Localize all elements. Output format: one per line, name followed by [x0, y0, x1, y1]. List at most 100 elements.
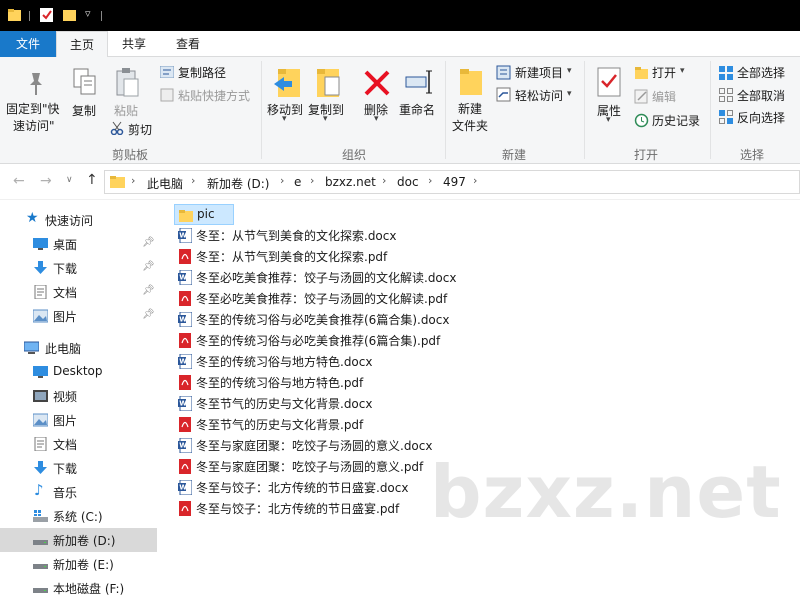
chevron-right-icon[interactable]: ›	[382, 174, 386, 187]
chevron-down-icon: ▾	[606, 115, 611, 125]
nav-item-desktop[interactable]: Desktop	[0, 360, 157, 384]
folder-item[interactable]: pic	[174, 204, 234, 225]
breadcrumb-bzxz[interactable]: bzxz.net	[325, 175, 376, 189]
new-folder-quick-icon[interactable]	[63, 8, 76, 22]
svg-text:W: W	[179, 274, 187, 282]
ribbon-tabs: 文件 主页 共享 查看	[0, 31, 800, 58]
file-item[interactable]: W 冬至与家庭团聚：吃饺子与汤圆的意义.docx	[174, 435, 574, 456]
file-item[interactable]: W 冬至与饺子：北方传统的节日盛宴.docx	[174, 477, 574, 498]
tab-file[interactable]: 文件	[0, 31, 56, 57]
file-item[interactable]: 冬至的传统习俗与必吃美食推荐(6篇合集).pdf	[174, 330, 574, 351]
file-item[interactable]: 冬至与家庭团聚：吃饺子与汤圆的意义.pdf	[174, 456, 574, 477]
up-arrow-icon[interactable]: ↑	[86, 172, 98, 188]
file-name: 冬至的传统习俗与必吃美食推荐(6篇合集).pdf	[196, 334, 441, 348]
pin-quick-access-button[interactable]: 固定到"快	[6, 100, 60, 117]
nav-item-pictures[interactable]: 图片	[0, 408, 157, 432]
nav-this-pc[interactable]: 此电脑	[0, 336, 157, 360]
nav-item-videos[interactable]: 视频	[0, 384, 157, 408]
chevron-right-icon[interactable]: ›	[428, 174, 432, 187]
nav-item-documents[interactable]: 文档	[0, 432, 157, 456]
paste-button[interactable]: 粘贴	[114, 102, 138, 119]
nav-quick-access[interactable]: ★ 快速访问	[0, 208, 157, 232]
group-label-clipboard: 剪贴板	[111, 148, 148, 162]
chevron-right-icon[interactable]: ›	[310, 174, 314, 187]
computer-icon	[24, 341, 39, 354]
file-item[interactable]: 冬至必吃美食推荐：饺子与汤圆的文化解读.pdf	[174, 288, 574, 309]
nav-item-drive-d[interactable]: 新加卷 (D:)	[0, 528, 157, 552]
folder-icon	[110, 176, 125, 188]
select-none-button[interactable]: 全部取消	[737, 87, 785, 104]
folder-icon	[179, 210, 193, 222]
ribbon: 固定到"快 速访问" 复制 粘贴 复制路径 粘贴快捷方式 剪切 剪贴板 移动到 …	[0, 57, 800, 164]
folder-icon	[8, 9, 21, 21]
chevron-right-icon[interactable]: ›	[280, 174, 284, 187]
paste-shortcut-button[interactable]: 粘贴快捷方式	[178, 87, 250, 104]
nav-item-drive-e[interactable]: 新加卷 (E:)	[0, 552, 157, 576]
rename-button[interactable]: 重命名	[399, 101, 435, 118]
recent-locations-icon[interactable]: ∨	[66, 175, 73, 185]
new-item-button[interactable]: 新建项目	[515, 64, 563, 81]
properties-quick-icon[interactable]	[40, 8, 53, 22]
pdf-document-icon	[179, 459, 191, 474]
invert-selection-button[interactable]: 反向选择	[737, 109, 785, 126]
tab-view[interactable]: 查看	[160, 31, 216, 57]
nav-item-drive-f[interactable]: 本地磁盘 (F:)	[0, 576, 157, 600]
group-label-select: 选择	[739, 148, 764, 162]
file-item[interactable]: W 冬至节气的历史与文化背景.docx	[174, 393, 574, 414]
pdf-document-icon	[179, 501, 191, 516]
copy-button[interactable]: 复制	[72, 102, 96, 119]
tab-share[interactable]: 共享	[108, 31, 160, 57]
breadcrumb-497[interactable]: 497	[443, 175, 466, 189]
nav-item-documents-quick[interactable]: 文档 📌︎	[0, 280, 157, 304]
video-icon	[33, 390, 48, 402]
title-bar: ▿	[0, 0, 800, 31]
forward-arrow-icon[interactable]: →	[40, 173, 52, 189]
nav-item-music[interactable]: ♪ 音乐	[0, 480, 157, 504]
edit-button[interactable]: 编辑	[652, 88, 676, 105]
file-item[interactable]: W 冬至的传统习俗与地方特色.docx	[174, 351, 574, 372]
breadcrumb-doc[interactable]: doc	[397, 175, 419, 189]
word-document-icon: W	[178, 354, 192, 369]
nav-item-pictures-quick[interactable]: 图片 📌︎	[0, 304, 157, 328]
nav-item-downloads[interactable]: 下载	[0, 456, 157, 480]
chevron-down-icon: ▾	[567, 89, 572, 99]
open-button[interactable]: 打开	[652, 64, 676, 81]
cut-button[interactable]: 剪切	[128, 121, 152, 138]
nav-item-drive-c[interactable]: 系统 (C:)	[0, 504, 157, 528]
breadcrumb-drive-d[interactable]: 新加卷 (D:)	[207, 175, 269, 192]
nav-item-desktop-quick[interactable]: 桌面 📌︎	[0, 232, 157, 256]
pin-icon	[30, 73, 42, 95]
pin-icon: 📌︎	[142, 237, 155, 248]
chevron-right-icon[interactable]: ›	[473, 174, 477, 187]
file-item[interactable]: 冬至：从节气到美食的文化探索.pdf	[174, 246, 574, 267]
file-item[interactable]: 冬至节气的历史与文化背景.pdf	[174, 414, 574, 435]
delete-icon	[364, 70, 390, 96]
rename-icon	[405, 70, 432, 94]
back-arrow-icon[interactable]: ←	[13, 173, 25, 189]
drive-icon	[33, 588, 48, 593]
file-item[interactable]: W 冬至必吃美食推荐：饺子与汤圆的文化解读.docx	[174, 267, 574, 288]
copy-icon	[73, 68, 96, 95]
breadcrumb-e[interactable]: e	[294, 175, 301, 189]
chevron-down-icon[interactable]: ▿	[85, 7, 91, 20]
new-folder-button[interactable]: 新建	[458, 100, 482, 117]
copy-to-icon	[317, 69, 340, 97]
chevron-right-icon[interactable]: ›	[131, 174, 135, 187]
open-icon	[635, 67, 648, 79]
file-name: 冬至的传统习俗与地方特色.pdf	[196, 376, 364, 390]
easy-access-button[interactable]: 轻松访问	[515, 87, 563, 104]
tab-home[interactable]: 主页	[56, 31, 108, 58]
file-item[interactable]: W 冬至：从节气到美食的文化探索.docx	[174, 225, 574, 246]
select-all-button[interactable]: 全部选择	[737, 64, 785, 81]
file-item[interactable]: 冬至与饺子：北方传统的节日盛宴.pdf	[174, 498, 574, 519]
address-field[interactable]: › 此电脑 › 新加卷 (D:) › e › bzxz.net › doc › …	[104, 170, 800, 194]
chevron-down-icon: ▾	[323, 114, 328, 124]
file-item[interactable]: W 冬至的传统习俗与必吃美食推荐(6篇合集).docx	[174, 309, 574, 330]
history-button[interactable]: 历史记录	[652, 112, 700, 129]
chevron-down-icon: ▾	[680, 66, 685, 76]
breadcrumb-this-pc[interactable]: 此电脑	[147, 175, 183, 192]
nav-item-downloads-quick[interactable]: 下载 📌︎	[0, 256, 157, 280]
chevron-right-icon[interactable]: ›	[191, 174, 195, 187]
copy-path-button[interactable]: 复制路径	[178, 64, 226, 81]
file-item[interactable]: 冬至的传统习俗与地方特色.pdf	[174, 372, 574, 393]
